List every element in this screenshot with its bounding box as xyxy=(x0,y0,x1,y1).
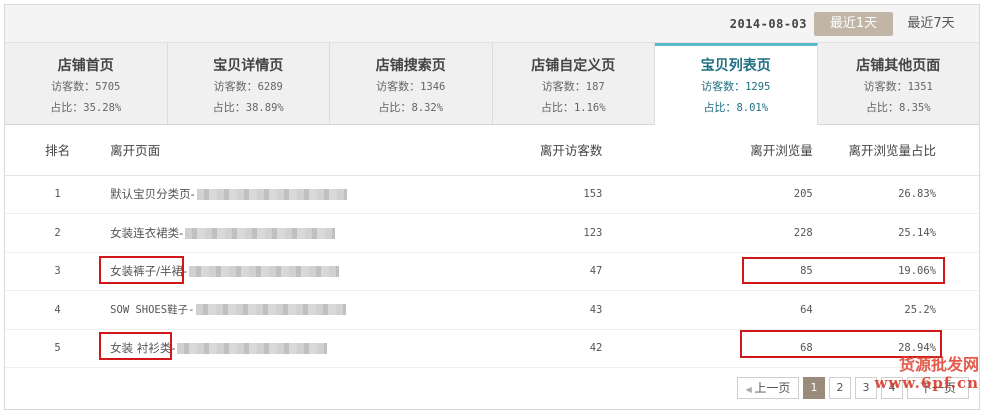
row-exit-pv-ratio: 19.06% xyxy=(812,252,981,291)
header-exit-visitors: 离开访客数 xyxy=(425,125,603,176)
row-exit-visitors: 123 xyxy=(425,213,603,253)
page-2-button[interactable]: 2 xyxy=(829,377,851,399)
row-rank: 4 xyxy=(5,290,111,330)
redacted-url xyxy=(196,304,347,316)
visitors-value: 1346 xyxy=(420,81,446,93)
row-exit-pv: 64 xyxy=(602,290,813,330)
visitors-label: 访客数： xyxy=(863,80,908,93)
row-exit-visitors: 42 xyxy=(425,329,603,368)
ratio-value: 8.35% xyxy=(898,102,931,114)
ratio-label: 占比： xyxy=(212,101,246,114)
visitors-label: 访客数： xyxy=(376,80,421,93)
tab-title: 店铺其他页面 xyxy=(856,58,941,74)
visitors-value: 1351 xyxy=(907,81,933,93)
row-rank: 1 xyxy=(5,175,111,214)
watermark-line2: www.6pf.cn xyxy=(874,374,979,392)
last-7-days-button[interactable]: 最近7天 xyxy=(901,12,961,36)
ratio-label: 占比： xyxy=(703,101,737,114)
watermark-line1: 货源批发网 xyxy=(898,355,979,374)
row-exit-visitors: 43 xyxy=(425,290,603,330)
tab-store-other[interactable]: 店铺其他页面 访客数：1351 占比：8.35% xyxy=(817,43,979,124)
row-rank: 2 xyxy=(5,213,111,253)
ratio-label: 占比： xyxy=(50,101,84,114)
prev-page-button[interactable]: 上一页 xyxy=(737,377,799,399)
row-page-link[interactable]: SOW SHOES鞋子- xyxy=(110,304,194,316)
date-label: 2014-08-03 xyxy=(729,17,807,31)
table-header-row: 排名 离开页面 离开访客数 离开浏览量 离开浏览量占比 xyxy=(5,125,981,176)
tab-title: 店铺自定义页 xyxy=(531,58,616,74)
row-exit-pv-ratio: 26.83% xyxy=(812,175,981,214)
header-page: 离开页面 xyxy=(110,125,426,176)
tab-store-home[interactable]: 店铺首页 访客数：5705 占比：35.28% xyxy=(5,43,168,124)
tab-title: 宝贝详情页 xyxy=(213,58,284,74)
exit-page-panel: 2014-08-03 最近1天 最近7天 店铺首页 访客数：5705 占比：35… xyxy=(4,4,981,410)
last-1-day-button[interactable]: 最近1天 xyxy=(814,12,893,36)
row-page-link[interactable]: 女装裤子/半裙- xyxy=(110,264,187,278)
row-exit-pv: 205 xyxy=(602,175,813,214)
tab-title: 宝贝列表页 xyxy=(700,58,771,74)
row-rank: 5 xyxy=(5,329,111,368)
row-exit-visitors: 153 xyxy=(425,175,603,214)
visitors-value: 187 xyxy=(585,81,605,93)
redacted-url xyxy=(185,227,336,239)
visitors-value: 1295 xyxy=(745,81,771,93)
ratio-value: 35.28% xyxy=(83,102,122,114)
ratio-value: 1.16% xyxy=(573,102,606,114)
page-1-button[interactable]: 1 xyxy=(803,377,825,399)
row-page-link[interactable]: 女装 衬衫类- xyxy=(110,341,175,355)
row-exit-visitors: 47 xyxy=(425,252,603,291)
ratio-value: 8.32% xyxy=(411,102,444,114)
ratio-value: 8.01% xyxy=(736,102,769,114)
tab-title: 店铺搜索页 xyxy=(375,58,446,74)
redacted-url xyxy=(196,189,347,201)
table-row: 1 默认宝贝分类页- 153 205 26.83% xyxy=(5,175,981,214)
redacted-url xyxy=(177,343,328,355)
row-exit-pv-ratio: 25.14% xyxy=(812,213,981,253)
row-exit-pv: 68 xyxy=(602,329,813,368)
page-type-tabs: 店铺首页 访客数：5705 占比：35.28% 宝贝详情页 访客数：6289 占… xyxy=(5,43,979,125)
row-exit-pv-ratio: 25.2% xyxy=(812,290,981,330)
row-exit-pv: 228 xyxy=(602,213,813,253)
exit-pages-table: 排名 离开页面 离开访客数 离开浏览量 离开浏览量占比 1 默认宝贝分类页- 1… xyxy=(5,125,981,368)
tab-store-search[interactable]: 店铺搜索页 访客数：1346 占比：8.32% xyxy=(330,43,493,124)
site-watermark: 货源批发网 www.6pf.cn xyxy=(874,355,979,393)
visitors-label: 访客数： xyxy=(213,80,258,93)
redacted-url xyxy=(189,266,340,278)
header-rank: 排名 xyxy=(5,125,111,176)
row-page-link[interactable]: 默认宝贝分类页- xyxy=(110,187,195,201)
ratio-label: 占比： xyxy=(540,101,574,114)
visitors-value: 6289 xyxy=(257,81,283,93)
header-exit-pv: 离开浏览量 xyxy=(602,125,813,176)
visitors-value: 5705 xyxy=(95,81,121,93)
table-row: 2 女装连衣裙类- 123 228 25.14% xyxy=(5,213,981,253)
tab-item-list[interactable]: 宝贝列表页 访客数：1295 占比：8.01% xyxy=(655,43,818,125)
toolbar: 2014-08-03 最近1天 最近7天 xyxy=(5,5,979,43)
table-row: 5 女装 衬衫类- 42 68 28.94% xyxy=(5,329,981,368)
ratio-value: 38.89% xyxy=(245,102,284,114)
row-page-link[interactable]: 女装连衣裙类- xyxy=(110,226,183,240)
tab-title: 店铺首页 xyxy=(57,58,114,74)
row-exit-pv: 85 xyxy=(602,252,813,291)
header-exit-pv-ratio: 离开浏览量占比 xyxy=(812,125,981,176)
ratio-label: 占比： xyxy=(865,101,899,114)
visitors-label: 访客数： xyxy=(51,80,96,93)
visitors-label: 访客数： xyxy=(541,80,586,93)
ratio-label: 占比： xyxy=(378,101,412,114)
table-row: 3 女装裤子/半裙- 47 85 19.06% xyxy=(5,252,981,291)
table-row: 4 SOW SHOES鞋子- 43 64 25.2% xyxy=(5,290,981,330)
row-rank: 3 xyxy=(5,252,111,291)
tab-store-custom[interactable]: 店铺自定义页 访客数：187 占比：1.16% xyxy=(492,43,655,124)
tab-item-detail[interactable]: 宝贝详情页 访客数：6289 占比：38.89% xyxy=(167,43,330,124)
visitors-label: 访客数： xyxy=(701,80,746,93)
